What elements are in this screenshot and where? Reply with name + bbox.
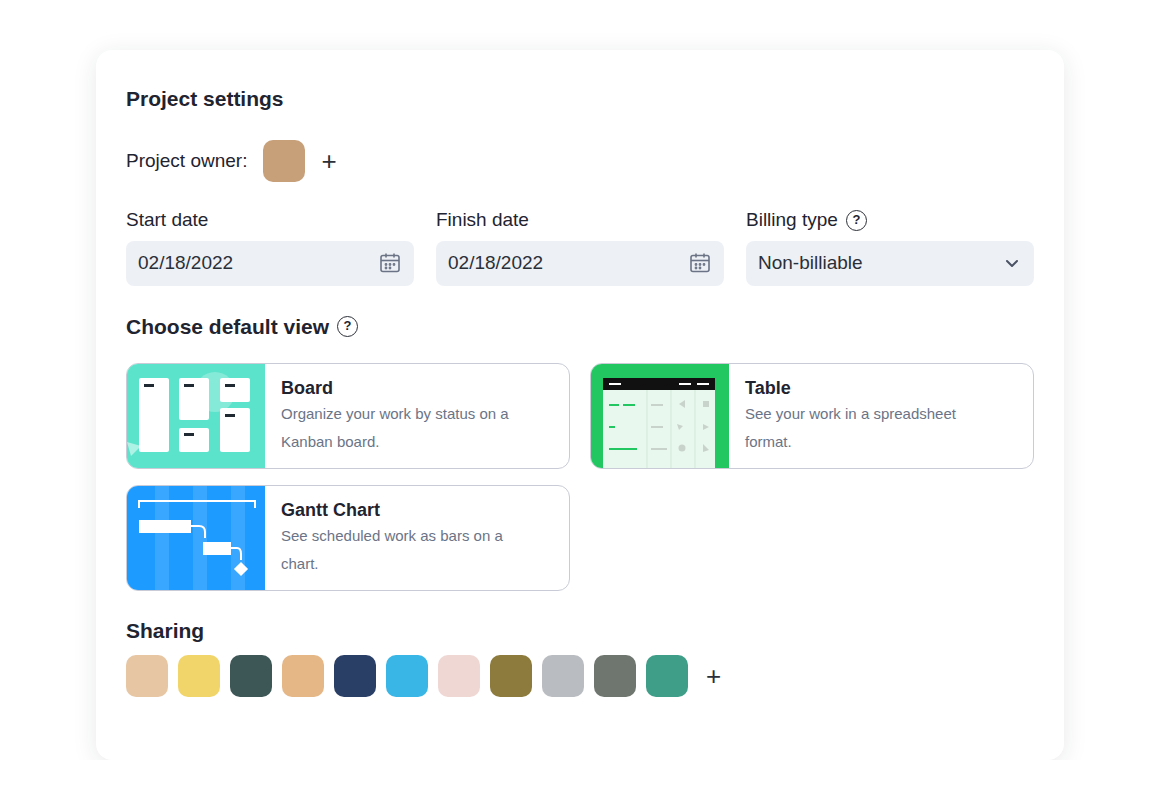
sharing-members: + bbox=[126, 655, 1034, 697]
view-option-description: See scheduled work as bars on a chart. bbox=[281, 522, 533, 578]
field-label: Start date bbox=[126, 208, 208, 232]
date-billing-fields: Start date 02/18/2022 Finish date 02/18/202… bbox=[126, 208, 1034, 286]
calendar-icon[interactable] bbox=[688, 251, 712, 275]
member-avatar[interactable] bbox=[230, 655, 272, 697]
field-value: Non-billiable bbox=[758, 249, 863, 278]
view-option-text: BoardOrganize your work by status on a K… bbox=[265, 364, 549, 468]
gantt-view-icon bbox=[127, 486, 265, 590]
member-avatar[interactable] bbox=[542, 655, 584, 697]
view-option[interactable]: TableSee your work in a spreadsheet form… bbox=[590, 363, 1034, 469]
field-label: Finish date bbox=[436, 208, 529, 232]
member-avatar[interactable] bbox=[594, 655, 636, 697]
member-avatar[interactable] bbox=[126, 655, 168, 697]
field-label-row: Finish date bbox=[436, 208, 724, 232]
member-avatar[interactable] bbox=[334, 655, 376, 697]
billing-select[interactable]: Non-billiable bbox=[746, 241, 1034, 286]
member-avatar[interactable] bbox=[282, 655, 324, 697]
view-option[interactable]: BoardOrganize your work by status on a K… bbox=[126, 363, 570, 469]
calendar-icon[interactable] bbox=[378, 251, 402, 275]
owner-avatar[interactable] bbox=[263, 140, 305, 182]
field-group: Finish date 02/18/2022 bbox=[436, 208, 724, 286]
field-label-row: Billing type? bbox=[746, 208, 1034, 232]
view-option-title: Board bbox=[281, 376, 533, 400]
field-value: 02/18/2022 bbox=[448, 249, 543, 278]
view-option[interactable]: Gantt ChartSee scheduled work as bars on… bbox=[126, 485, 570, 591]
date-input[interactable]: 02/18/2022 bbox=[436, 241, 724, 286]
field-label: Billing type bbox=[746, 208, 838, 232]
field-label-row: Start date bbox=[126, 208, 414, 232]
sharing-title: Sharing bbox=[126, 618, 1034, 644]
member-avatar[interactable] bbox=[178, 655, 220, 697]
view-option-description: See your work in a spreadsheet format. bbox=[745, 400, 997, 456]
project-settings-card: Project settings Project owner: + Start dat… bbox=[96, 50, 1064, 760]
chevron-down-icon[interactable] bbox=[1002, 253, 1022, 273]
view-option-title: Gantt Chart bbox=[281, 498, 533, 522]
view-option-text: TableSee your work in a spreadsheet form… bbox=[729, 364, 1013, 468]
table-view-icon bbox=[591, 364, 729, 468]
section-title: Choose default view bbox=[126, 314, 329, 340]
member-avatar[interactable] bbox=[490, 655, 532, 697]
help-icon[interactable]: ? bbox=[846, 210, 867, 231]
field-value: 02/18/2022 bbox=[138, 249, 233, 278]
date-input[interactable]: 02/18/2022 bbox=[126, 241, 414, 286]
board-view-icon bbox=[127, 364, 265, 468]
member-avatar[interactable] bbox=[438, 655, 480, 697]
view-option-title: Table bbox=[745, 376, 997, 400]
add-member-button[interactable]: + bbox=[706, 663, 721, 689]
view-options: BoardOrganize your work by status on a K… bbox=[126, 363, 1034, 591]
default-view-header: Choose default view? bbox=[126, 314, 1034, 340]
view-option-description: Organize your work by status on a Kanban… bbox=[281, 400, 533, 456]
page-title: Project settings bbox=[126, 86, 1034, 112]
field-group: Start date 02/18/2022 bbox=[126, 208, 414, 286]
member-avatar[interactable] bbox=[386, 655, 428, 697]
owner-label: Project owner: bbox=[126, 149, 247, 173]
member-avatar[interactable] bbox=[646, 655, 688, 697]
help-icon[interactable]: ? bbox=[337, 316, 358, 337]
owner-row: Project owner: + bbox=[126, 140, 1034, 182]
field-group: Billing type? Non-billiable bbox=[746, 208, 1034, 286]
add-owner-button[interactable]: + bbox=[321, 148, 336, 174]
view-option-text: Gantt ChartSee scheduled work as bars on… bbox=[265, 486, 549, 590]
